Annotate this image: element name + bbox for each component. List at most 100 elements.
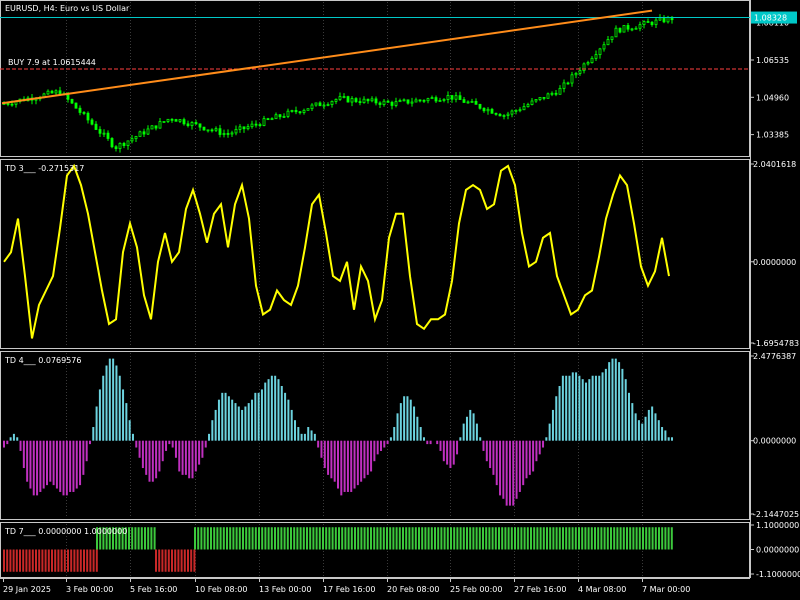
candle-body (618, 27, 622, 33)
candle-body (178, 119, 182, 122)
candle-body (650, 21, 654, 26)
candle-body (50, 90, 54, 94)
candle-body (258, 124, 262, 126)
candle-body (398, 100, 402, 103)
candle-body (530, 100, 534, 105)
candle-body (554, 92, 558, 95)
candle-body (166, 118, 170, 122)
current-price-badge: 1.08328 (751, 11, 797, 24)
td7-tick-label: 0.0000000 (756, 546, 799, 555)
trade-label[interactable]: BUY 7.9 at 1.0615444 (8, 58, 96, 68)
candle-body (290, 110, 294, 112)
candle-body (114, 146, 118, 149)
candle-body (502, 115, 506, 117)
candle-body (550, 92, 554, 95)
candle-body (338, 96, 342, 100)
price-axis-ticks: 1.081101.065351.049601.03385 (750, 19, 789, 140)
candle-body (406, 99, 410, 104)
candle-body (230, 132, 234, 135)
candle-body (270, 118, 274, 121)
candle-body (386, 100, 390, 103)
td7-tick-label: 1.1000000 (756, 521, 799, 530)
candle-body (318, 102, 322, 107)
candle-body (222, 133, 226, 135)
candle-body (478, 103, 482, 109)
candle-body (374, 98, 378, 104)
candle-body (206, 129, 210, 132)
grid-layer (66, 2, 643, 577)
candle-body (394, 101, 398, 106)
candle-body (182, 119, 186, 125)
candle-body (570, 74, 574, 84)
candle-body (342, 96, 346, 98)
td4-tick-label: 2.4776387 (753, 352, 796, 361)
time-label: 3 Feb 00:00 (66, 585, 113, 594)
candle-body (82, 112, 86, 114)
candle-body (70, 98, 74, 104)
candle-body (102, 132, 106, 135)
candle-body (446, 95, 450, 100)
candle-body (90, 119, 94, 125)
candle-body (430, 97, 434, 100)
candle-body (78, 107, 82, 113)
candle-body (190, 122, 194, 127)
candle-body (54, 90, 58, 94)
candle-body (598, 48, 602, 56)
candle-body (6, 103, 10, 105)
candle-body (122, 142, 126, 146)
candle-body (94, 123, 98, 130)
candle-body (146, 128, 150, 135)
candle-body (450, 95, 454, 100)
candle-body (246, 126, 250, 130)
candle-body (194, 122, 198, 125)
mt-chart-window[interactable]: 1.081101.065351.049601.03385 1.08328 2.0… (0, 0, 800, 600)
candle-body (150, 125, 154, 130)
td3-label: TD 3___ -0.2715317 (5, 164, 85, 173)
candle-body (134, 136, 138, 140)
candle-body (370, 98, 374, 102)
candle-body (422, 99, 426, 102)
chart-canvas[interactable]: 1.081101.065351.049601.03385 1.08328 2.0… (0, 0, 800, 600)
trendline[interactable] (1, 9, 653, 105)
candle-body (350, 98, 354, 103)
candle-body (522, 106, 526, 111)
candle-body (306, 108, 310, 111)
candle-body (630, 28, 634, 31)
time-label: 17 Feb 16:00 (323, 585, 375, 594)
candle-body (326, 104, 330, 106)
candle-body (174, 119, 178, 122)
candle-body (418, 99, 422, 102)
candle-body (646, 21, 650, 23)
candle-body (574, 73, 578, 76)
candle-body (210, 129, 214, 132)
candle-body (286, 110, 290, 117)
candle-body (142, 131, 146, 135)
td4-tick-label: -2.1447025 (753, 510, 799, 519)
candle-body (154, 125, 158, 129)
candle-body (310, 104, 314, 110)
candle-body (390, 101, 394, 106)
td3-tick-label: -1.6954783 (753, 339, 799, 348)
candle-body (434, 97, 438, 102)
candle-body (298, 111, 302, 114)
candle-body (526, 104, 530, 108)
price-tick-label: 1.06535 (756, 56, 789, 65)
td3-oscillator-line (3, 163, 670, 339)
candle-body (534, 99, 538, 102)
candle-body (558, 87, 562, 95)
candle-body (466, 101, 470, 104)
td7-tick-label: -1.1000000 (756, 570, 800, 579)
candle-body (254, 123, 258, 126)
candle-body (454, 95, 458, 100)
candle-body (234, 128, 238, 134)
candle-body (438, 100, 442, 102)
candle-body (330, 101, 334, 105)
candle-body (510, 110, 514, 115)
candle-body (474, 101, 478, 105)
candle-body (586, 62, 590, 65)
candle-body (614, 27, 618, 38)
time-label: 10 Feb 08:00 (195, 585, 247, 594)
candle-body (482, 107, 486, 112)
chart-title: EURUSD, H4: Euro vs US Dollar (5, 4, 130, 13)
candle-body (162, 121, 166, 123)
